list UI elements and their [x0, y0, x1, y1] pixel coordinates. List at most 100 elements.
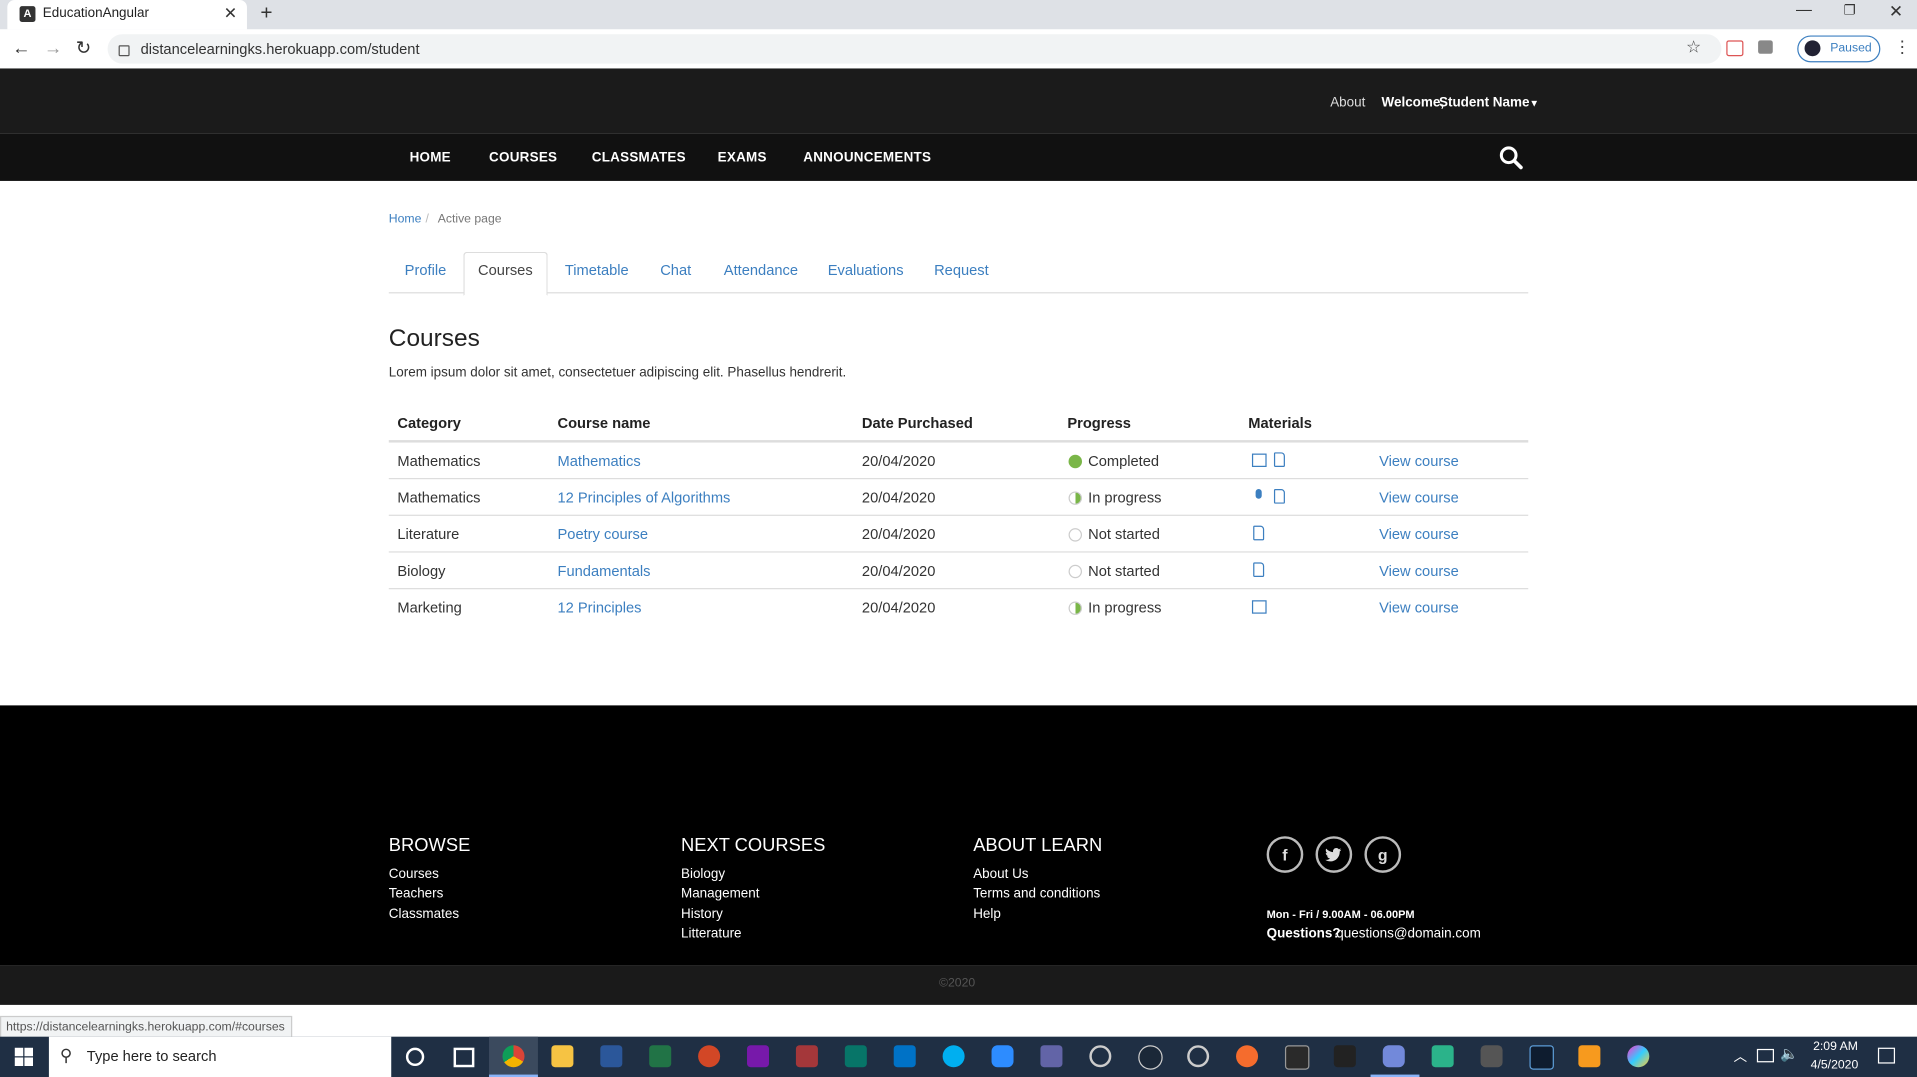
user-menu-dropdown[interactable]: Student Name▼	[1439, 95, 1539, 110]
tab-profile[interactable]: Profile	[405, 262, 447, 279]
view-course-link[interactable]: View course	[1379, 526, 1459, 543]
url-text: distancelearningks.herokuapp.com/student	[140, 40, 420, 58]
windows-start-icon[interactable]	[14, 1047, 34, 1067]
document-icon[interactable]	[1253, 525, 1265, 541]
reload-icon[interactable]: ↻	[76, 37, 91, 59]
google-plus-icon[interactable]: g	[1364, 836, 1402, 873]
footer-email[interactable]: questions@domain.com	[1336, 927, 1480, 942]
file-explorer-icon[interactable]	[551, 1045, 574, 1068]
tab-attendance[interactable]: Attendance	[724, 262, 798, 279]
sublime-text-icon[interactable]	[1578, 1045, 1601, 1068]
zoom-icon[interactable]	[991, 1045, 1014, 1068]
browser-tab[interactable]: A EducationAngular ✕	[7, 0, 247, 30]
course-link[interactable]: Mathematics	[558, 452, 641, 469]
footer-link[interactable]: Biology	[681, 867, 725, 882]
notifications-icon[interactable]	[1877, 1047, 1896, 1064]
footer-link[interactable]: Teachers	[389, 886, 444, 901]
footer-link[interactable]: Litterature	[681, 927, 742, 942]
new-tab-icon[interactable]: +	[260, 1, 272, 25]
document-icon[interactable]	[1273, 452, 1285, 467]
tab-courses[interactable]: Courses	[478, 262, 533, 279]
url-field[interactable]: distancelearningks.herokuapp.com/student	[107, 34, 1722, 64]
paint-icon[interactable]	[1627, 1045, 1650, 1068]
footer-link[interactable]: Help	[973, 907, 1001, 922]
search-icon[interactable]	[1499, 145, 1523, 170]
nav-classmates[interactable]: CLASSMATES	[592, 150, 686, 165]
nav-exams[interactable]: EXAMS	[718, 150, 767, 165]
tab-evaluations[interactable]: Evaluations	[828, 262, 904, 279]
devtools-extension-icon[interactable]	[1758, 40, 1773, 54]
word-icon[interactable]	[600, 1045, 623, 1068]
video-icon[interactable]	[1251, 453, 1267, 467]
document-icon[interactable]	[1273, 489, 1285, 504]
vr-app-icon[interactable]	[1480, 1045, 1503, 1068]
steam-icon[interactable]	[1138, 1045, 1163, 1070]
network-icon[interactable]	[1756, 1048, 1774, 1063]
window-close-icon[interactable]: ✕	[1889, 1, 1903, 22]
browser-menu-icon[interactable]: ⋮	[1894, 37, 1911, 58]
breadcrumb-home[interactable]: Home	[389, 213, 422, 226]
minimize-icon[interactable]: —	[1796, 0, 1812, 18]
footer-link[interactable]: Terms and conditions	[973, 886, 1100, 901]
about-link[interactable]: About	[1330, 95, 1365, 110]
tab-request[interactable]: Request	[934, 262, 989, 279]
powerpoint-icon[interactable]	[698, 1045, 721, 1068]
volume-icon[interactable]: 🔈	[1780, 1045, 1798, 1062]
excel-icon[interactable]	[649, 1045, 672, 1068]
nav-announcements[interactable]: ANNOUNCEMENTS	[803, 150, 931, 165]
profile-paused-button[interactable]: Paused	[1797, 35, 1881, 63]
view-course-link[interactable]: View course	[1379, 599, 1459, 616]
access-icon[interactable]	[795, 1045, 818, 1068]
extension-icon[interactable]	[1726, 40, 1744, 57]
restore-icon[interactable]: ❐	[1844, 2, 1856, 19]
footer-link[interactable]: About Us	[973, 867, 1028, 882]
gamepad-app-icon[interactable]	[1431, 1045, 1454, 1068]
chrome-icon[interactable]	[502, 1045, 525, 1068]
tab-chat[interactable]: Chat	[660, 262, 691, 279]
table-row: Mathematics 12 Principles of Algorithms …	[389, 479, 1528, 516]
nav-courses[interactable]: COURSES	[489, 150, 557, 165]
footer-link[interactable]: History	[681, 907, 723, 922]
footer-link[interactable]: Management	[681, 886, 760, 901]
course-link[interactable]: 12 Principles	[558, 599, 642, 616]
obs-icon[interactable]	[1187, 1045, 1210, 1068]
footer-link[interactable]: Classmates	[389, 907, 459, 922]
video-icon[interactable]	[1251, 600, 1267, 614]
site-footer	[0, 705, 1917, 966]
avatar	[1804, 40, 1821, 57]
view-course-link[interactable]: View course	[1379, 562, 1459, 579]
twitter-icon[interactable]	[1315, 836, 1353, 873]
view-course-link[interactable]: View course	[1379, 489, 1459, 506]
tab-close-icon[interactable]: ✕	[224, 4, 237, 24]
onenote-icon[interactable]	[747, 1045, 770, 1068]
publisher-icon[interactable]	[844, 1045, 867, 1068]
forward-icon[interactable]: →	[44, 38, 62, 59]
outlook-icon[interactable]	[893, 1045, 916, 1068]
back-icon[interactable]: ←	[12, 38, 30, 59]
origin-icon[interactable]	[1236, 1045, 1259, 1068]
footer-link[interactable]: Courses	[389, 867, 439, 882]
cortana-icon[interactable]	[405, 1047, 425, 1067]
course-link[interactable]: Fundamentals	[558, 562, 651, 579]
rocket-league-icon[interactable]	[1333, 1045, 1356, 1068]
nav-home[interactable]: HOME	[410, 150, 451, 165]
cell-date: 20/04/2020	[861, 599, 936, 617]
epic-games-icon[interactable]	[1284, 1045, 1310, 1070]
discord-icon[interactable]	[1382, 1045, 1405, 1068]
facebook-icon[interactable]: f	[1266, 836, 1304, 873]
task-view-icon[interactable]	[453, 1047, 475, 1068]
footer-browse-title: BROWSE	[388, 834, 471, 856]
tray-chevron-icon[interactable]: ︿	[1734, 1046, 1747, 1066]
bookmark-star-icon[interactable]: ☆	[1686, 37, 1701, 58]
course-link[interactable]: Poetry course	[558, 526, 649, 543]
skype-icon[interactable]	[942, 1045, 965, 1068]
media-player-icon[interactable]	[1089, 1045, 1112, 1068]
taskbar-search-box[interactable]: ⚲ Type here to search	[48, 1036, 392, 1077]
view-course-link[interactable]: View course	[1379, 452, 1459, 469]
tab-timetable[interactable]: Timetable	[565, 262, 629, 279]
microphone-icon[interactable]	[1255, 489, 1262, 499]
course-link[interactable]: 12 Principles of Algorithms	[558, 489, 731, 506]
visual-studio-icon[interactable]	[1529, 1045, 1554, 1070]
teams-icon[interactable]	[1040, 1045, 1063, 1068]
document-icon[interactable]	[1253, 562, 1265, 578]
